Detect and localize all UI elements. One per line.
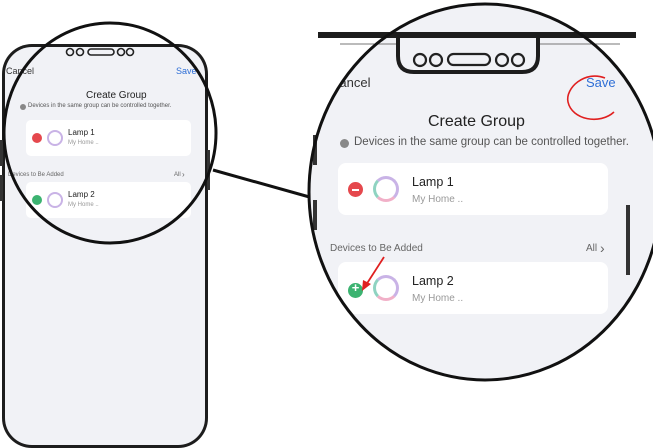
zoom-decorations bbox=[307, 2, 653, 382]
save-highlight-circle bbox=[567, 75, 615, 120]
annotation-arrow bbox=[365, 256, 385, 286]
annotation-arrowhead bbox=[362, 280, 371, 291]
zoom-notch bbox=[396, 34, 540, 74]
